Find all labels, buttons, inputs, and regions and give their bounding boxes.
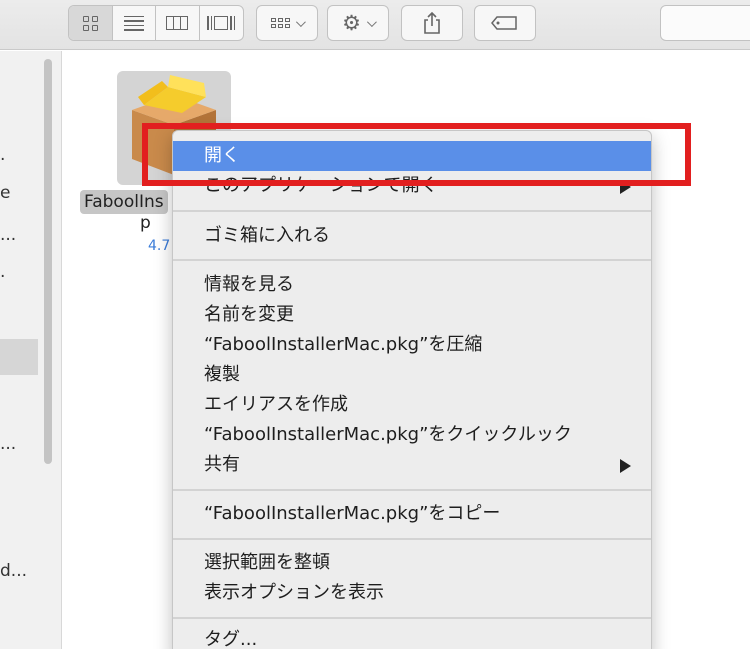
sidebar-item-label[interactable]: d... (0, 561, 27, 581)
menu-separator (173, 489, 651, 491)
share-icon (424, 11, 440, 34)
menu-item-label: 選択範囲を整頓 (204, 552, 330, 573)
menu-separator (173, 210, 651, 212)
menu-item-label: タグ... (204, 629, 258, 649)
menu-item-share[interactable]: 共有 (173, 450, 651, 480)
chevron-down-icon (295, 16, 306, 27)
menu-item-make-alias[interactable]: エイリアスを作成 (173, 390, 651, 420)
column-view-icon (166, 16, 189, 30)
menu-item-label: エイリアスを作成 (204, 394, 348, 415)
menu-item-quick-look[interactable]: “FaboolInstallerMac.pkg”をクイックルック (173, 420, 651, 450)
menu-item-show-view-options[interactable]: 表示オプションを表示 (173, 578, 651, 608)
list-view-button[interactable] (113, 6, 156, 40)
gear-icon: ⚙ (342, 10, 361, 35)
sidebar-selected-item[interactable] (0, 339, 38, 375)
share-button[interactable] (401, 5, 463, 41)
menu-item-label: 名前を変更 (204, 304, 294, 325)
arrange-button[interactable] (256, 5, 318, 41)
view-mode-selector (68, 5, 244, 41)
search-field[interactable] (660, 5, 750, 41)
submenu-arrow-icon (620, 459, 631, 473)
menu-item-copy[interactable]: “FaboolInstallerMac.pkg”をコピー (173, 499, 651, 529)
menu-item-get-info[interactable]: 情報を見る (173, 270, 651, 300)
action-button[interactable]: ⚙ (327, 5, 389, 41)
coverflow-view-icon (207, 16, 236, 30)
menu-item-label: “FaboolInstallerMac.pkg”を圧縮 (204, 334, 483, 355)
menu-item-label: “FaboolInstallerMac.pkg”をクイックルック (204, 424, 572, 445)
arrange-icon (271, 18, 290, 28)
menu-separator (173, 538, 651, 540)
menu-separator (173, 617, 651, 619)
menu-item-rename[interactable]: 名前を変更 (173, 300, 651, 330)
tag-button[interactable] (474, 5, 536, 41)
sidebar-item-label[interactable]: . (0, 145, 5, 165)
chevron-down-icon (366, 16, 377, 27)
menu-item-duplicate[interactable]: 複製 (173, 360, 651, 390)
file-name-label-line2: p (140, 213, 151, 233)
menu-item-label: “FaboolInstallerMac.pkg”をコピー (204, 503, 501, 524)
sidebar: . e ... . ... d... (0, 51, 62, 649)
coverflow-view-button[interactable] (200, 6, 243, 40)
icon-view-button[interactable] (69, 6, 113, 40)
menu-item-label: ゴミ箱に入れる (204, 225, 330, 246)
column-view-button[interactable] (156, 6, 200, 40)
menu-item-compress[interactable]: “FaboolInstallerMac.pkg”を圧縮 (173, 330, 651, 360)
menu-item-clean-up-selection[interactable]: 選択範囲を整頓 (173, 548, 651, 578)
menu-item-label: 情報を見る (204, 274, 294, 295)
menu-item-label: 表示オプションを表示 (204, 582, 384, 603)
file-size-label: 4.7 (148, 238, 171, 254)
context-menu: 開く このアプリケーションで開く ゴミ箱に入れる 情報を見る 名前を変更 “Fa… (172, 130, 652, 649)
sidebar-item-label[interactable]: ... (0, 434, 16, 454)
menu-item-label: 共有 (204, 454, 240, 475)
sidebar-item-label[interactable]: e (0, 183, 10, 203)
sidebar-item-label[interactable]: . (0, 262, 5, 282)
list-view-icon (123, 15, 144, 31)
annotation-highlight-box (142, 123, 691, 186)
icon-view-icon (82, 15, 98, 31)
tag-icon (491, 16, 517, 30)
menu-item-label: 複製 (204, 364, 240, 385)
menu-item-tags[interactable]: タグ... (173, 625, 651, 649)
sidebar-item-label[interactable]: ... (0, 225, 16, 245)
finder-toolbar: ⚙ (0, 0, 750, 50)
menu-item-move-to-trash[interactable]: ゴミ箱に入れる (173, 221, 651, 251)
file-name-label[interactable]: FaboolIns (80, 190, 168, 214)
menu-separator (173, 259, 651, 261)
sidebar-scrollbar[interactable] (44, 59, 52, 464)
